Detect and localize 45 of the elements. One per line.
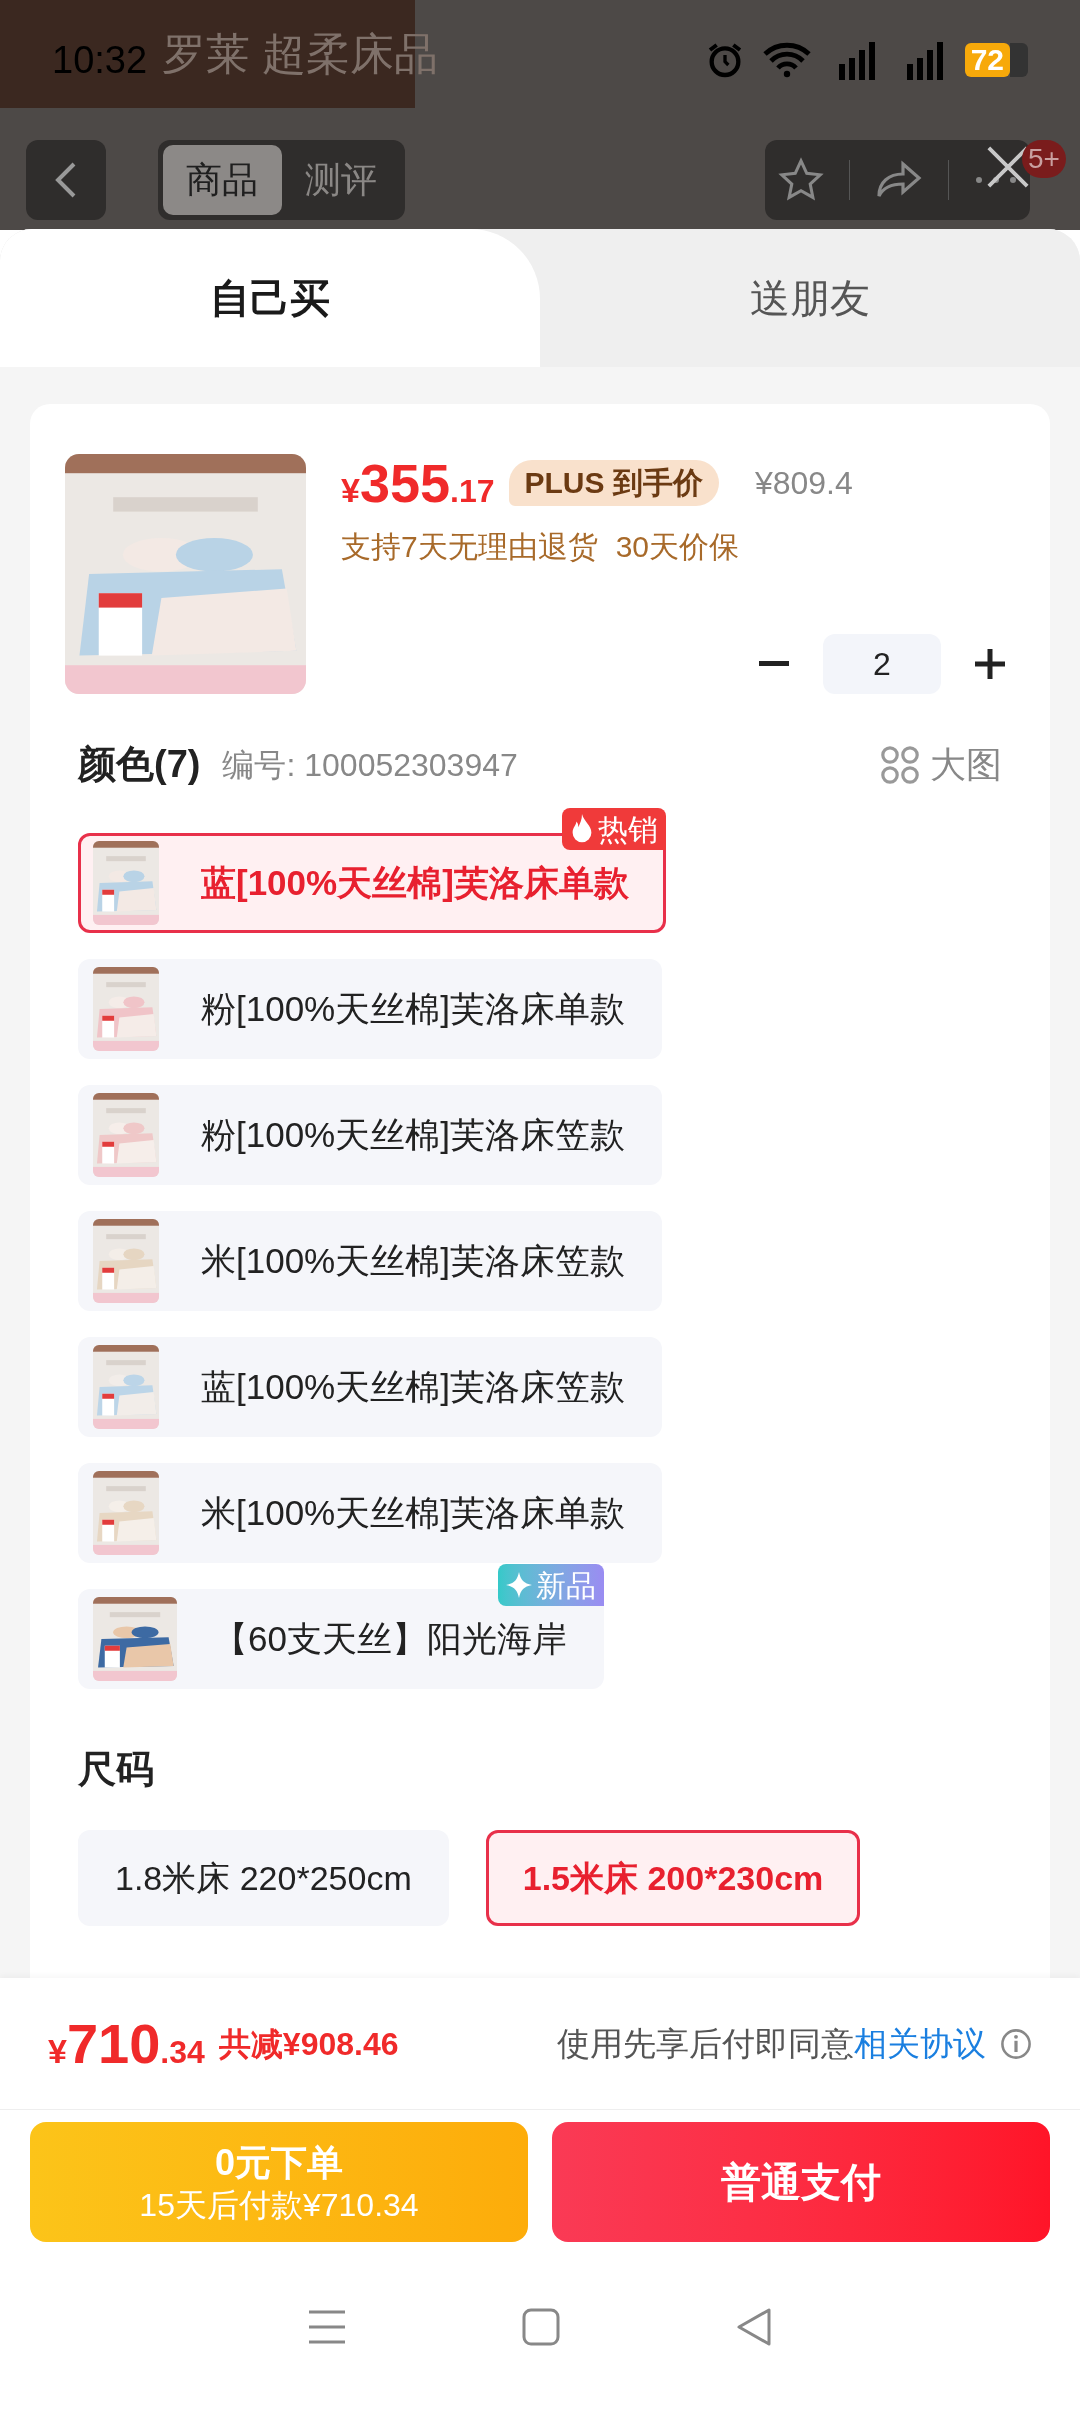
star-icon[interactable]	[777, 157, 824, 203]
size-option[interactable]: 1.8米床 220*250cm	[78, 1830, 449, 1926]
tag-badge: 热销	[561, 808, 666, 850]
more-icon[interactable]	[973, 175, 1018, 185]
total-price: ¥710.34	[48, 2015, 205, 2072]
page-tab[interactable]: 商品	[163, 145, 282, 215]
info-icon[interactable]	[1000, 2027, 1032, 2060]
agreement-text: 使用先享后付即同意相关协议	[557, 2023, 986, 2064]
color-option[interactable]: 米[100%天丝棉]芙洛床单款	[78, 1463, 662, 1563]
pay-now-button[interactable]: 普通支付	[552, 2122, 1050, 2242]
color-option[interactable]: 粉[100%天丝棉]芙洛床单款	[78, 959, 662, 1059]
plus-icon	[975, 649, 1005, 679]
home-icon[interactable]	[522, 2308, 560, 2346]
wifi-icon	[762, 42, 811, 78]
back-button[interactable]	[26, 140, 106, 220]
size-option[interactable]: 1.5米床 200*230cm	[485, 1830, 861, 1926]
service-text: 支持7天无理由退货	[341, 529, 598, 565]
price-tag: PLUS 到手价	[508, 460, 719, 506]
purchase-tab[interactable]: 自己买	[0, 229, 540, 367]
notification-badge: 5+	[1022, 140, 1066, 178]
service-text: 30天价保	[615, 529, 740, 565]
color-option[interactable]: 米[100%天丝棉]芙洛床笠款	[78, 1211, 662, 1311]
sparkle-icon	[505, 1572, 532, 1598]
brand-name: 罗莱 超柔床品	[162, 32, 439, 76]
discount-text: 共减¥908.46	[218, 2024, 399, 2064]
color-option[interactable]: 蓝[100%天丝棉]芙洛床笠款	[78, 1337, 662, 1437]
status-time: 10:32	[52, 37, 148, 83]
grid-icon	[880, 744, 920, 785]
section-title: 颜色(7)	[78, 742, 201, 787]
section-title: 尺码	[77, 1747, 155, 1792]
color-option[interactable]: 粉[100%天丝棉]芙洛床笠款	[78, 1085, 662, 1185]
minus-icon	[759, 661, 789, 667]
back-icon	[54, 160, 78, 200]
original-price: ¥809.4	[754, 464, 853, 503]
page-tab[interactable]: 测评	[281, 145, 400, 215]
big-view-button[interactable]: 大图	[880, 737, 1002, 792]
battery-level: 72	[970, 45, 1004, 75]
purchase-tab[interactable]: 送朋友	[540, 229, 1080, 367]
quantity-field[interactable]: 2	[823, 634, 941, 694]
product-price: ¥355.17	[341, 456, 495, 510]
close-icon[interactable]	[985, 144, 1031, 190]
sku-number: 编号: 100052303947	[222, 745, 518, 785]
menu-icon[interactable]	[307, 2309, 348, 2345]
agreement-link[interactable]: 相关协议	[854, 2024, 986, 2062]
tag-badge: 新品	[497, 1564, 604, 1606]
